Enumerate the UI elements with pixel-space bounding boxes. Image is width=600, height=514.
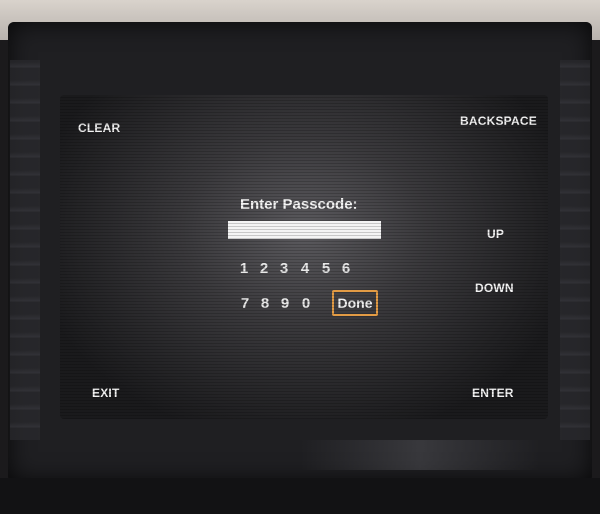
passcode-prompt: Enter Passcode: bbox=[240, 196, 358, 213]
protective-film-right bbox=[560, 60, 590, 440]
digit-key-2[interactable]: 2 bbox=[257, 260, 271, 277]
digit-key-7[interactable]: 7 bbox=[238, 295, 252, 312]
digit-key-9[interactable]: 9 bbox=[278, 295, 292, 312]
done-button[interactable]: Done bbox=[332, 290, 378, 316]
up-button[interactable]: UP bbox=[487, 227, 504, 241]
digit-key-1[interactable]: 1 bbox=[237, 260, 251, 277]
protective-film-left bbox=[10, 60, 40, 440]
digit-key-3[interactable]: 3 bbox=[277, 260, 291, 277]
enter-button[interactable]: ENTER bbox=[472, 386, 514, 400]
passcode-input[interactable] bbox=[228, 221, 381, 239]
digit-key-5[interactable]: 5 bbox=[319, 260, 333, 277]
digit-key-6[interactable]: 6 bbox=[339, 260, 353, 277]
device-base bbox=[0, 478, 600, 514]
clear-button[interactable]: CLEAR bbox=[78, 121, 120, 135]
film-glare bbox=[300, 440, 540, 470]
backspace-button[interactable]: BACKSPACE bbox=[460, 114, 537, 128]
digit-key-0[interactable]: 0 bbox=[299, 295, 313, 312]
exit-button[interactable]: EXIT bbox=[92, 386, 119, 400]
digit-key-8[interactable]: 8 bbox=[258, 295, 272, 312]
digit-key-4[interactable]: 4 bbox=[298, 260, 312, 277]
down-button[interactable]: DOWN bbox=[475, 281, 514, 295]
display-screen: CLEAR BACKSPACE UP DOWN EXIT ENTER Enter… bbox=[60, 95, 548, 419]
